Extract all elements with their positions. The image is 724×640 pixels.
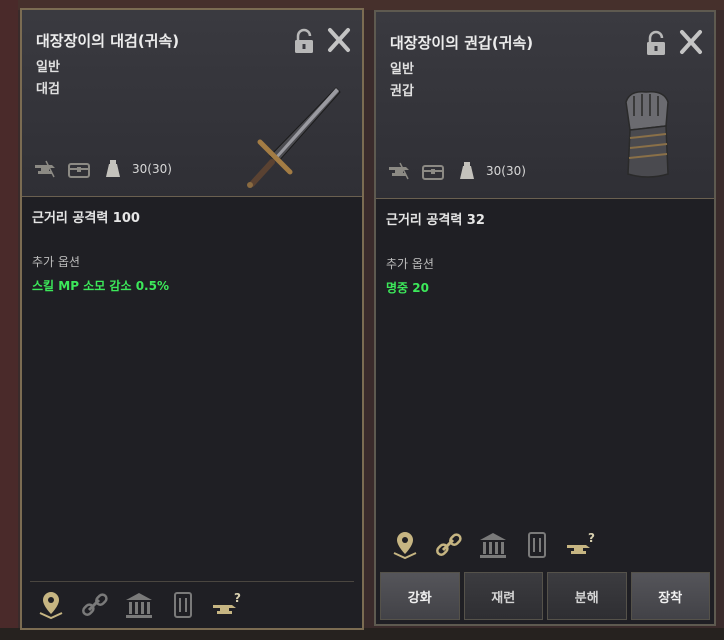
link-icon[interactable] [432,529,466,561]
lock-icon[interactable] [292,28,316,54]
greatsword-image [247,87,341,188]
item-name: 대장장이의 대검(귀속) [36,32,180,50]
bank-icon[interactable] [122,589,156,621]
close-icon[interactable] [678,28,704,56]
action-icons-row: ? [388,529,598,561]
item-header: 대장장이의 대검(귀속) 일반 대검 30(30) [22,10,362,197]
action-buttons: 강화 재련 분해 장착 [380,572,710,620]
item-meta-row: 30(30) [32,156,172,182]
bank-icon[interactable] [476,529,510,561]
action-icons-row: ? [34,589,244,621]
item-tooltip-gauntlet: 대장장이의 권갑(귀속) 일반 권갑 30(30) 근거리 공격력 32 추가 … [374,10,716,626]
trade-icon[interactable] [166,589,200,621]
location-icon[interactable] [388,529,422,561]
additional-option-value: 명중 20 [386,281,429,295]
svg-text:?: ? [234,591,241,605]
item-header: 대장장이의 권갑(귀속) 일반 권갑 30(30) [376,12,714,199]
chest-icon [68,163,90,178]
svg-text:?: ? [588,531,595,545]
background-left [0,0,18,640]
additional-option-value: 스킬 MP 소모 감소 0.5% [32,279,169,293]
weight-icon [460,162,474,179]
item-details: 근거리 공격력 32 추가 옵션 명중 20 ? 강화 재련 분해 장착 [376,199,714,624]
item-grade: 일반 [390,62,414,77]
link-icon[interactable] [78,589,112,621]
enhance-button[interactable]: 강화 [380,572,460,620]
item-name: 대장장이의 권갑(귀속) [390,34,534,52]
gauntlet-image [625,90,669,178]
item-type: 대검 [36,82,60,97]
additional-options-label: 추가 옵션 [386,257,434,271]
weight-value: 30(30) [486,164,526,178]
divider [30,581,354,582]
item-details: 근거리 공격력 100 추가 옵션 스킬 MP 소모 감소 0.5% ? [22,197,362,628]
item-tooltip-greatsword: 대장장이의 대검(귀속) 일반 대검 30(30) 근거리 공격력 100 추가… [20,8,364,630]
item-grade: 일반 [36,60,60,75]
weight-icon [106,160,120,177]
trade-icon[interactable] [520,529,554,561]
item-meta-row: 30(30) [386,158,526,184]
chest-icon [422,165,444,180]
equip-button[interactable]: 장착 [630,572,710,620]
item-type: 권갑 [390,84,414,99]
close-icon[interactable] [326,26,352,54]
anvil-question-icon[interactable]: ? [564,529,598,561]
location-icon[interactable] [34,589,68,621]
anvil-icon [35,160,55,178]
anvil-icon [389,162,409,180]
lock-icon[interactable] [644,30,668,56]
anvil-question-icon[interactable]: ? [210,589,244,621]
disassemble-button[interactable]: 분해 [547,572,627,620]
melee-attack-stat: 근거리 공격력 100 [32,211,140,226]
refine-button[interactable]: 재련 [463,572,543,620]
weight-value: 30(30) [132,162,172,176]
additional-options-label: 추가 옵션 [32,255,80,269]
melee-attack-stat: 근거리 공격력 32 [386,213,485,228]
